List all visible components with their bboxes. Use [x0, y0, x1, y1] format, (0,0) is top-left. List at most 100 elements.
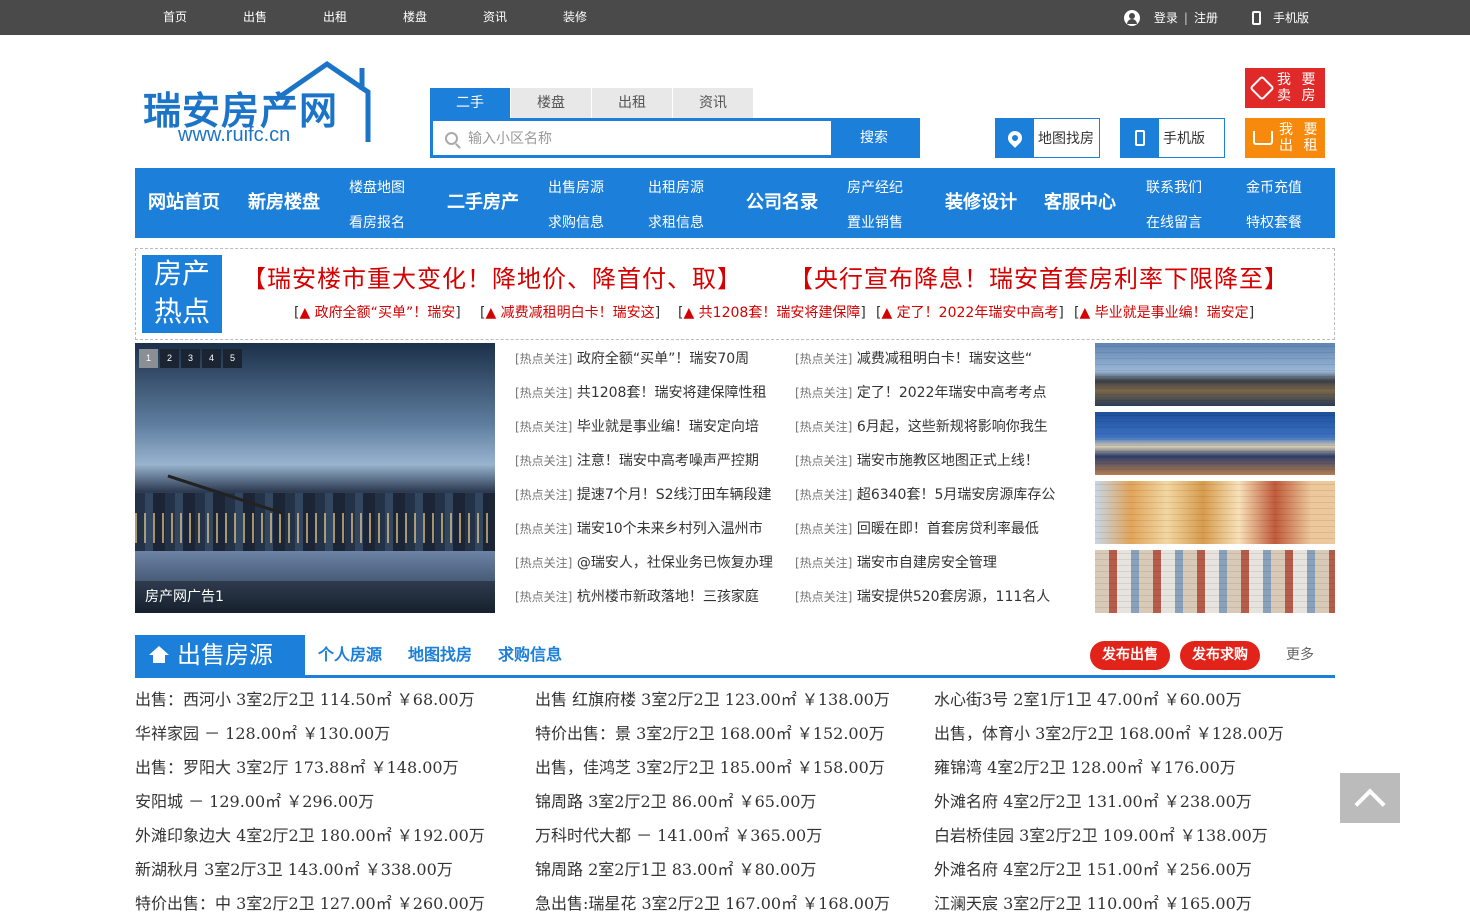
search-tab-loupan[interactable]: 楼盘 — [511, 88, 591, 118]
nav-sale-source[interactable]: 出售房源 — [548, 177, 604, 197]
top-nav-home[interactable]: 首页 — [135, 0, 215, 34]
listing-item[interactable]: 江澜天宸 3室2厅2卫 110.00㎡ ￥165.00万 — [934, 890, 1284, 924]
listing-item[interactable]: 新湖秋月 3室2厅3卫 143.00㎡ ￥338.00万 — [135, 856, 485, 890]
top-nav-deco[interactable]: 装修 — [535, 0, 615, 34]
news-item[interactable]: [热点关注] 减费减租明白卡！瑞安这些“ — [795, 348, 1055, 382]
listing-item[interactable]: 白岩桥佳园 3室2厅2卫 109.00㎡ ￥138.00万 — [934, 822, 1284, 856]
thumb-image-apartments[interactable] — [1095, 481, 1335, 544]
listing-item[interactable]: 特价出售：中 3室2厅2卫 127.00㎡ ￥260.00万 — [135, 890, 485, 924]
news-item[interactable]: [热点关注] 共1208套！瑞安将建保障性租 — [515, 382, 773, 416]
listing-item[interactable]: 特价出售：景 3室2厅2卫 168.00㎡ ￥152.00万 — [535, 720, 890, 754]
nav-home[interactable]: 网站首页 — [148, 168, 220, 238]
nav-rent-source[interactable]: 出租房源 — [648, 177, 704, 197]
nav-company[interactable]: 公司名录 — [746, 168, 818, 238]
listing-item[interactable]: 出售，体育小 3室2厅2卫 168.00㎡ ￥128.00万 — [934, 720, 1284, 754]
listing-item[interactable]: 出售 红旗府楼 3室2厅2卫 123.00㎡ ￥138.00万 — [535, 686, 890, 720]
nav-buy-info[interactable]: 求购信息 — [548, 212, 604, 232]
tab-map-search[interactable]: 地图找房 — [408, 635, 472, 675]
news-item[interactable]: [热点关注] 政府全额“买单”！瑞安70周 — [515, 348, 773, 382]
listing-item[interactable]: 水心街3号 2室1厅1卫 47.00㎡ ￥60.00万 — [934, 686, 1284, 720]
hot-link[interactable]: [▲ 共1208套！瑞安将建保障] — [678, 302, 866, 322]
nav-service[interactable]: 客服中心 — [1044, 168, 1116, 238]
news-item[interactable]: [热点关注] 6月起，这些新规将影响你我生 — [795, 416, 1055, 450]
hot-headline-1[interactable]: 【瑞安楼市重大变化！降地价、降首付、取】 — [242, 259, 742, 294]
listing-item[interactable]: 锦周路 2室2厅1卫 83.00㎡ ￥80.00万 — [535, 856, 890, 890]
news-item[interactable]: [热点关注] 注意！瑞安中高考噪声严控期 — [515, 450, 773, 484]
slider-page-4[interactable]: 4 — [202, 349, 221, 368]
slider-page-1[interactable]: 1 — [139, 349, 158, 368]
listing-item[interactable]: 出售：西河小 3室2厅2卫 114.50㎡ ￥68.00万 — [135, 686, 485, 720]
publish-buy-button[interactable]: 发布求购 — [1180, 641, 1260, 670]
listing-item[interactable]: 外滩印象边大 4室2厅2卫 180.00㎡ ￥192.00万 — [135, 822, 485, 856]
news-item[interactable]: [热点关注] 提速7个月！S2线汀田车辆段建 — [515, 484, 773, 518]
nav-new-loupan[interactable]: 新房楼盘 — [248, 168, 320, 238]
sell-house-button[interactable]: 我 要 卖 房 — [1245, 68, 1325, 108]
tab-personal-source[interactable]: 个人房源 — [318, 635, 382, 675]
news-item[interactable]: [热点关注] @瑞安人，社保业务已恢复办理 — [515, 552, 773, 586]
search-button[interactable]: 搜索 — [831, 121, 917, 155]
ad-slider[interactable]: 1 2 3 4 5 房产网广告1 — [135, 343, 495, 613]
publish-sale-button[interactable]: 发布出售 — [1090, 641, 1170, 670]
listing-item[interactable]: 外滩名府 4室2厅2卫 131.00㎡ ￥238.00万 — [934, 788, 1284, 822]
hot-link[interactable]: [▲ 定了！2022年瑞安中高考] — [876, 302, 1064, 322]
nav-zhiye[interactable]: 置业销售 — [847, 212, 903, 232]
slider-page-3[interactable]: 3 — [181, 349, 200, 368]
more-link[interactable]: 更多 — [1286, 635, 1314, 675]
news-item[interactable]: [热点关注] 杭州楼市新政落地！三孩家庭 — [515, 586, 773, 620]
tab-buy-info[interactable]: 求购信息 — [498, 635, 562, 675]
news-item[interactable]: [热点关注] 回暖在即！首套房贷利率最低 — [795, 518, 1055, 552]
login-link[interactable]: 登录 — [1154, 9, 1178, 26]
thumb-image-city-night[interactable] — [1095, 343, 1335, 406]
hot-link[interactable]: [▲ 毕业就是事业编！瑞安定] — [1074, 302, 1254, 322]
news-item[interactable]: [热点关注] 瑞安市自建房安全管理 — [795, 552, 1055, 586]
nav-vip[interactable]: 特权套餐 — [1246, 212, 1302, 232]
search-tab-second[interactable]: 二手 — [430, 88, 510, 118]
top-nav-news[interactable]: 资讯 — [455, 0, 535, 34]
mobile-version-link[interactable]: 手机版 — [1273, 9, 1309, 26]
rent-out-button[interactable]: 我 要 出 租 — [1245, 118, 1325, 158]
listing-item[interactable]: 万科时代大都 － 141.00㎡ ￥365.00万 — [535, 822, 890, 856]
register-link[interactable]: 注册 — [1194, 9, 1218, 26]
search-input[interactable]: 输入小区名称 — [433, 121, 831, 155]
hot-link[interactable]: [▲ 政府全额“买单”！瑞安] — [294, 302, 461, 322]
nav-coin[interactable]: 金币充值 — [1246, 177, 1302, 197]
nav-second-hand[interactable]: 二手房产 — [447, 168, 519, 238]
nav-decoration[interactable]: 装修设计 — [945, 168, 1017, 238]
search-tab-news[interactable]: 资讯 — [673, 88, 753, 118]
listing-item[interactable]: 出售：罗阳大 3室2厅 173.88㎡ ￥148.00万 — [135, 754, 485, 788]
listing-item[interactable]: 外滩名府 4室2厅2卫 151.00㎡ ￥256.00万 — [934, 856, 1284, 890]
news-item[interactable]: [热点关注] 瑞安市施教区地图正式上线！ — [795, 450, 1055, 484]
hot-headline-2[interactable]: 【央行宣布降息！瑞安首套房利率下限降至】 — [789, 259, 1289, 294]
news-item[interactable]: [热点关注] 毕业就是事业编！瑞安定向培 — [515, 416, 773, 450]
listing-item[interactable]: 急出售:瑞星花 3室2厅2卫 167.00㎡ ￥168.00万 — [535, 890, 890, 924]
site-logo[interactable]: 瑞安房产网 www.ruifc.cn — [140, 60, 372, 152]
slider-page-5[interactable]: 5 — [223, 349, 242, 368]
hot-link[interactable]: [▲ 减费减租明白卡！瑞安这] — [480, 302, 660, 322]
news-item[interactable]: [热点关注] 超6340套！5月瑞安房源库存公 — [795, 484, 1055, 518]
listing-item[interactable]: 雍锦湾 4室2厅2卫 128.00㎡ ￥176.00万 — [934, 754, 1284, 788]
listing-item[interactable]: 安阳城 － 129.00㎡ ￥296.00万 — [135, 788, 485, 822]
thumb-image-residential[interactable] — [1095, 550, 1335, 613]
nav-contact[interactable]: 联系我们 — [1146, 177, 1202, 197]
nav-kanfang[interactable]: 看房报名 — [349, 212, 405, 232]
top-nav-rent[interactable]: 出租 — [295, 0, 375, 34]
map-search-box[interactable]: 地图找房 — [995, 118, 1100, 158]
nav-loupan-map[interactable]: 楼盘地图 — [349, 177, 405, 197]
nav-agent[interactable]: 房产经纪 — [847, 177, 903, 197]
nav-rent-want[interactable]: 求租信息 — [648, 212, 704, 232]
top-nav-sale[interactable]: 出售 — [215, 0, 295, 34]
thumb-image-building-roof[interactable] — [1095, 412, 1335, 475]
news-item[interactable]: [热点关注] 瑞安10个未来乡村列入温州市 — [515, 518, 773, 552]
news-item[interactable]: [热点关注] 瑞安提供520套房源，111名人 — [795, 586, 1055, 620]
back-to-top-button[interactable] — [1340, 773, 1400, 823]
mobile-label: 手机版 — [1163, 131, 1205, 147]
mobile-box[interactable]: 手机版 — [1120, 118, 1225, 158]
news-item[interactable]: [热点关注] 定了！2022年瑞安中高考考点 — [795, 382, 1055, 416]
top-nav-loupan[interactable]: 楼盘 — [375, 0, 455, 34]
search-tab-rent[interactable]: 出租 — [592, 88, 672, 118]
listing-item[interactable]: 锦周路 3室2厅2卫 86.00㎡ ￥65.00万 — [535, 788, 890, 822]
listing-item[interactable]: 出售，佳鸿芝 3室2厅2卫 185.00㎡ ￥158.00万 — [535, 754, 890, 788]
nav-message[interactable]: 在线留言 — [1146, 212, 1202, 232]
slider-page-2[interactable]: 2 — [160, 349, 179, 368]
listing-item[interactable]: 华祥家园 － 128.00㎡ ￥130.00万 — [135, 720, 485, 754]
